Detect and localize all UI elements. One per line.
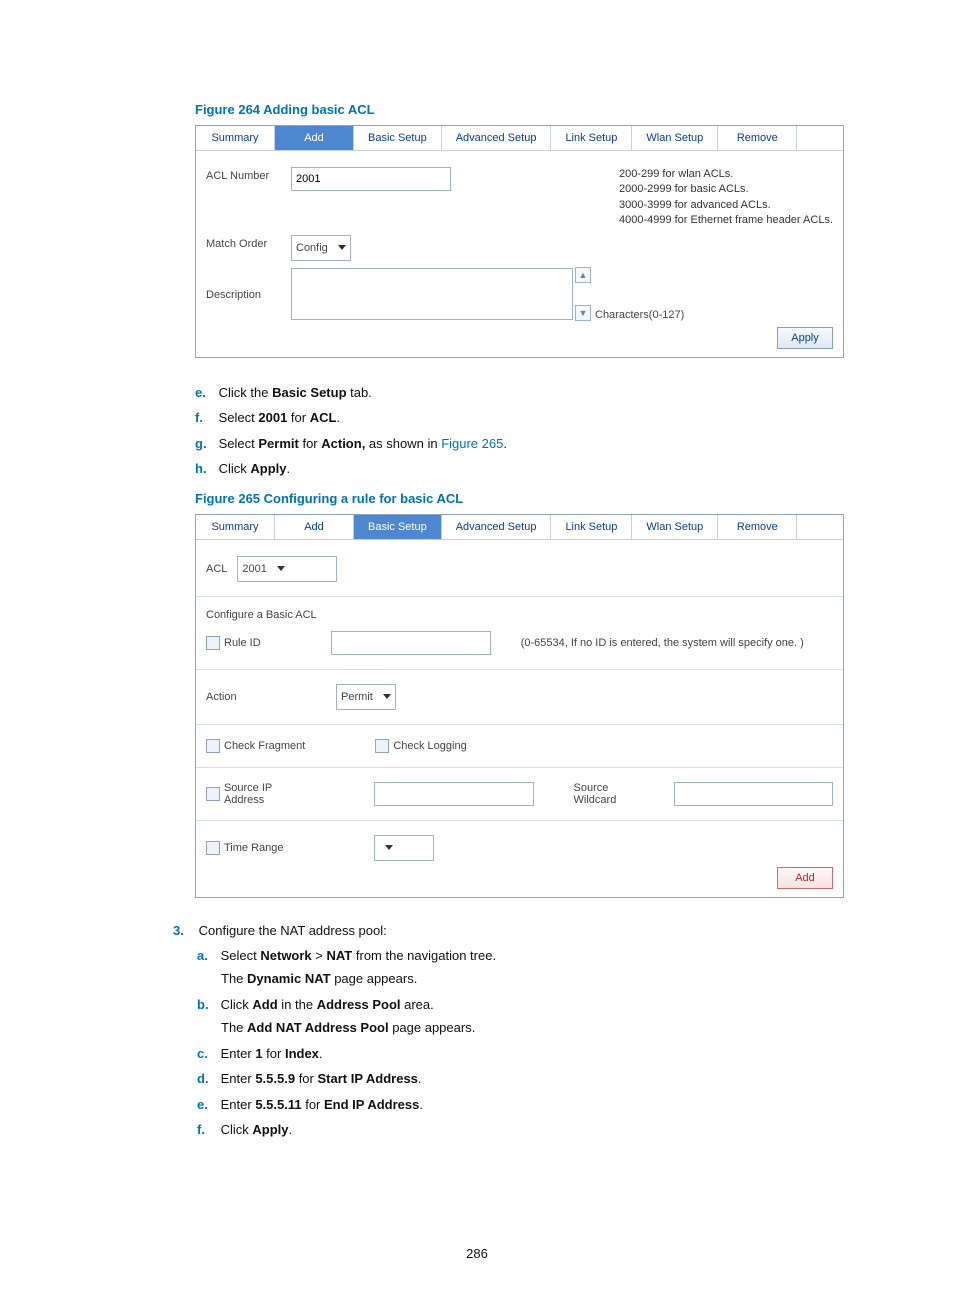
scroll-up-icon[interactable]: ▲ — [575, 267, 591, 283]
page-number: 286 — [0, 1246, 954, 1261]
figure-264-caption: Figure 264 Adding basic ACL — [195, 102, 844, 117]
action-select[interactable]: Permit — [336, 684, 396, 710]
tab-bar: Summary Add Basic Setup Advanced Setup L… — [196, 126, 843, 151]
rule-id-hint: (0-65534, If no ID is entered, the syste… — [521, 637, 804, 649]
figure-265-link[interactable]: Figure 265 — [441, 436, 503, 451]
check-fragment-label: Check Fragment — [224, 740, 305, 752]
tab-basic-setup[interactable]: Basic Setup — [354, 515, 442, 539]
time-range-select[interactable] — [374, 835, 434, 861]
tab-wlan-setup[interactable]: Wlan Setup — [632, 515, 718, 539]
tab-add[interactable]: Add — [275, 126, 354, 150]
source-ip-checkbox[interactable] — [206, 787, 220, 801]
action-label: Action — [206, 691, 326, 703]
figure-265-screenshot: Summary Add Basic Setup Advanced Setup L… — [195, 514, 844, 898]
add-button[interactable]: Add — [777, 867, 833, 889]
time-range-label: Time Range — [224, 842, 284, 854]
step-e: e. Click the Basic Setup tab. — [219, 383, 844, 403]
rule-id-input[interactable] — [331, 631, 491, 655]
step-3c: c. Enter 1 for Index. — [221, 1044, 844, 1064]
step-g: g. Select Permit for Action, as shown in… — [219, 434, 844, 454]
tab-advanced-setup[interactable]: Advanced Setup — [442, 126, 552, 150]
rule-id-label: Rule ID — [224, 637, 261, 649]
tab-remove[interactable]: Remove — [718, 126, 797, 150]
step-3a: a. Select Network > NAT from the navigat… — [221, 946, 844, 989]
tab-bar-265: Summary Add Basic Setup Advanced Setup L… — [196, 515, 843, 540]
acl-number-label: ACL Number — [206, 167, 291, 182]
tab-wlan-setup[interactable]: Wlan Setup — [632, 126, 718, 150]
match-order-select[interactable]: Config — [291, 235, 351, 261]
step-3e: e. Enter 5.5.5.11 for End IP Address. — [221, 1095, 844, 1115]
check-fragment-checkbox[interactable] — [206, 739, 220, 753]
step-3b: b. Click Add in the Address Pool area. T… — [221, 995, 844, 1038]
step-3d: d. Enter 5.5.5.9 for Start IP Address. — [221, 1069, 844, 1089]
description-textarea[interactable] — [291, 268, 573, 320]
tab-link-setup[interactable]: Link Setup — [551, 126, 632, 150]
tab-link-setup[interactable]: Link Setup — [551, 515, 632, 539]
scroll-down-icon[interactable]: ▼ — [575, 305, 591, 321]
tab-add[interactable]: Add — [275, 515, 354, 539]
figure-264-screenshot: Summary Add Basic Setup Advanced Setup L… — [195, 125, 844, 358]
tab-advanced-setup[interactable]: Advanced Setup — [442, 515, 552, 539]
check-logging-label: Check Logging — [393, 740, 466, 752]
acl-number-hint: 200-299 for wlan ACLs. 2000-2999 for bas… — [619, 167, 833, 229]
tab-basic-setup[interactable]: Basic Setup — [354, 126, 442, 150]
source-ip-input[interactable] — [374, 782, 533, 806]
tab-summary[interactable]: Summary — [196, 515, 275, 539]
step-f: f. Select 2001 for ACL. — [219, 408, 844, 428]
step-h: h. Click Apply. — [219, 459, 844, 479]
check-logging-checkbox[interactable] — [375, 739, 389, 753]
tab-remove[interactable]: Remove — [718, 515, 797, 539]
figure-265-caption: Figure 265 Configuring a rule for basic … — [195, 491, 844, 506]
acl-label: ACL — [206, 563, 227, 575]
acl-number-input[interactable] — [291, 167, 451, 191]
rule-id-checkbox[interactable] — [206, 636, 220, 650]
source-ip-label: Source IP Address — [224, 782, 314, 806]
configure-heading: Configure a Basic ACL — [206, 605, 833, 625]
step-3-intro: Configure the NAT address pool: — [199, 923, 387, 938]
step-3f: f. Click Apply. — [221, 1120, 844, 1140]
description-label: Description — [206, 286, 291, 301]
tab-summary[interactable]: Summary — [196, 126, 275, 150]
chars-hint: Characters(0-127) — [595, 309, 684, 321]
apply-button[interactable]: Apply — [777, 327, 833, 349]
acl-select[interactable]: 2001 — [237, 556, 337, 582]
source-wildcard-label: Source Wildcard — [574, 782, 654, 806]
match-order-label: Match Order — [206, 235, 291, 250]
time-range-checkbox[interactable] — [206, 841, 220, 855]
source-wildcard-input[interactable] — [674, 782, 833, 806]
